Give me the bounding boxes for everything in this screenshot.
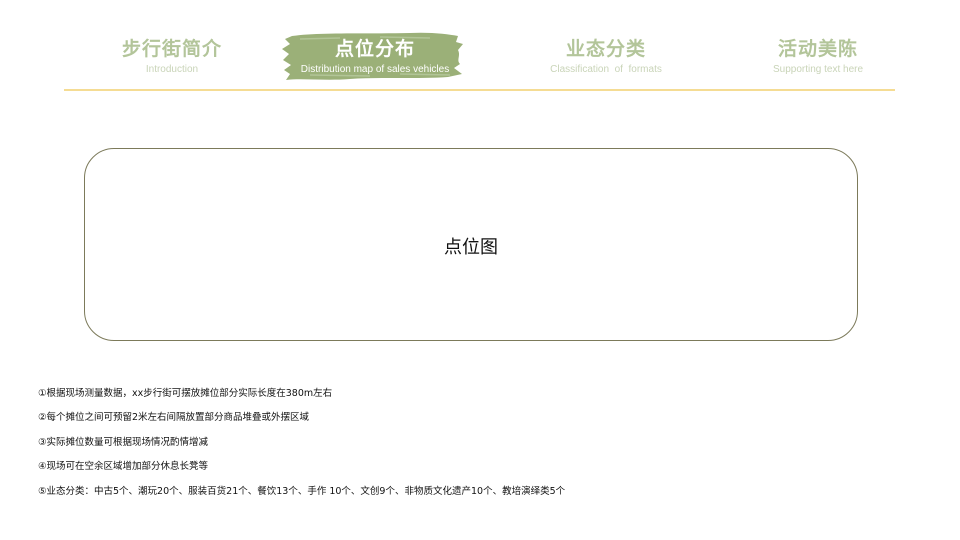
note-item: ⑤业态分类：中古5个、潮玩20个、服装百货21个、餐饮13个、手作 10个、文创… [38,485,566,497]
tab-title: 业态分类 [565,38,646,60]
section-nav: 步行街简介 Introduction 点位分布 Distribution map… [0,0,960,96]
note-item: ①根据现场测量数据，xx步行街可摆放摊位部分实际长度在380m左右 [38,388,333,399]
tab-title: 步行街简介 [121,38,222,60]
tab-subtitle: Distribution map of sales vehicles [300,64,450,75]
tab-introduction[interactable]: 步行街简介 Introduction [62,36,282,77]
nav-divider [64,89,895,91]
note-item: ④现场可在空余区域增加部分休息长凳等 [38,461,209,473]
tab-activity-decoration[interactable]: 活动美陈 Supporting text here [708,36,928,77]
note-item: ②每个摊位之间可预留2米左右间隔放置部分商品堆叠或外摆区域 [38,412,310,424]
tab-subtitle: Supporting text here [772,64,864,75]
tab-title: 活动美陈 [777,38,858,60]
map-placeholder-box: 点位图 [84,148,858,341]
notes-list: ①根据现场测量数据，xx步行街可摆放摊位部分实际长度在380m左右 ②每个摊位之… [38,382,918,504]
tab-subtitle: Introduction [145,64,199,75]
tab-classification[interactable]: 业态分类 Classification of formats [496,36,716,77]
note-item: ③实际摊位数量可根据现场情况酌情增减 [38,436,209,448]
map-placeholder-label: 点位图 [444,237,498,258]
tab-title: 点位分布 [334,38,415,60]
tab-distribution-map[interactable]: 点位分布 Distribution map of sales vehicles [265,36,485,77]
tab-subtitle: Classification of formats [550,64,662,75]
